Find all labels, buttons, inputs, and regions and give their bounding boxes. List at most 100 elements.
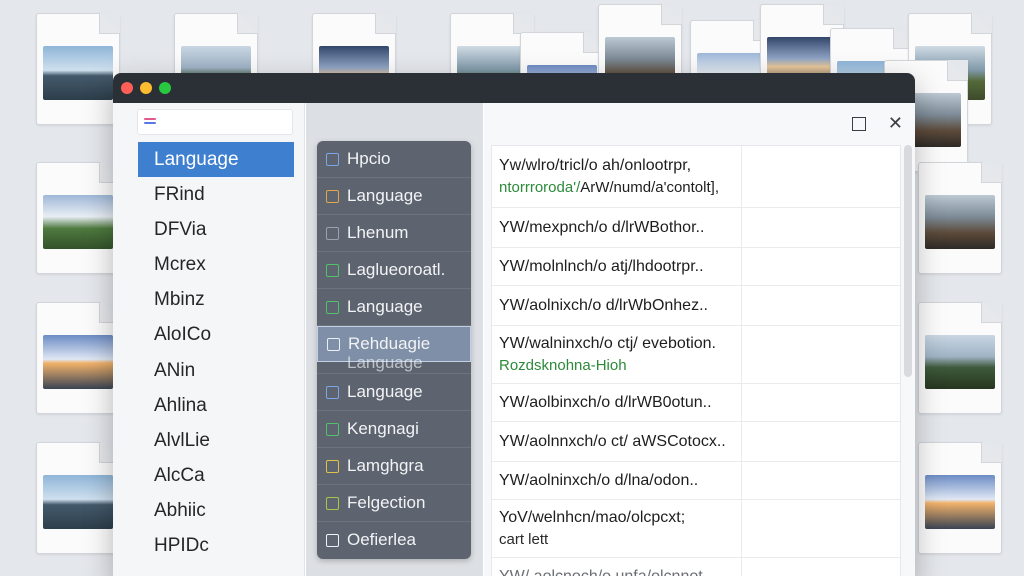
sidebar-toolbar[interactable] (137, 109, 293, 135)
row-subtext: ntorrroroda'/ArW/numd/a'contolt], (499, 179, 719, 196)
table-cell-empty (742, 384, 900, 421)
title-bar[interactable] (113, 73, 915, 103)
sidebar-list: Language FRind DFVia Mcrex Mbinz AloICo … (138, 142, 294, 563)
list-item-label: Hpcio (347, 149, 391, 168)
list-item-label: Language (347, 186, 423, 205)
checkbox-icon[interactable] (326, 227, 339, 240)
row-text: YW/aolbinxch/o d/lrWB0otun.. (499, 393, 712, 411)
table-row[interactable]: YW/ aolcnoch/o unfa/olcnnot (492, 558, 900, 576)
middle-pane: Hpcio Language Lhenum Laglueoroatl. Lang… (306, 103, 483, 576)
checkbox-icon[interactable] (326, 153, 339, 166)
image-file-icon[interactable] (918, 162, 1002, 274)
table-cell-empty (742, 326, 900, 383)
zoom-window-dot-icon[interactable] (159, 82, 171, 94)
sidebar-item[interactable]: DFVia (138, 212, 294, 247)
row-text: YW/aolninxch/o d/lna/odon.. (499, 471, 699, 489)
row-text: Yw/wlro/tricl/o ah/onlootrpr, (499, 157, 692, 174)
image-file-icon[interactable] (36, 162, 120, 274)
list-item[interactable]: Hpcio (317, 141, 471, 178)
table-cell-empty (742, 208, 900, 247)
sidebar-item[interactable]: HPIDc (138, 528, 294, 563)
checkbox-icon[interactable] (326, 423, 339, 436)
table-row[interactable]: YW/aolnnxch/o ct/ aWSCotocx.. (492, 422, 900, 462)
table-cell-empty (742, 146, 900, 207)
sidebar-item[interactable]: AloICo (138, 317, 294, 352)
row-text: YW/ aolcnoch/o unfa/olcnnot (499, 568, 741, 576)
close-icon[interactable]: ✕ (888, 114, 903, 132)
table-cell: YW/walninxch/o ctj/ evebotion. Rozdsknoh… (492, 326, 742, 383)
comment-icon[interactable] (326, 534, 339, 547)
list-item[interactable]: Laglueoroatl. (317, 252, 471, 289)
content-pane: ✕ Yw/wlro/tricl/o ah/onlootrpr, ntorrror… (484, 103, 915, 576)
image-file-icon[interactable] (36, 442, 120, 554)
image-file-icon[interactable] (36, 13, 120, 125)
table-cell: YoV/welnhcn/mao/olcpcxt; cart lett (492, 500, 742, 557)
list-item[interactable]: Language (317, 178, 471, 215)
table-cell-empty (742, 422, 900, 461)
sidebar-item[interactable]: Ahlina (138, 388, 294, 423)
table-cell-empty (742, 558, 900, 576)
table-cell: YW/molnlnch/o atj/lhdootrpr.. (492, 248, 742, 285)
results-table: Yw/wlro/tricl/o ah/onlootrpr, ntorrrorod… (491, 145, 901, 576)
checkbox-icon[interactable] (326, 497, 339, 510)
checkbox-icon[interactable] (326, 190, 339, 203)
list-item-label: Rehduagie (348, 334, 431, 353)
sidebar-item[interactable]: Abhiic (138, 493, 294, 528)
row-text: YW/aolnnxch/o ct/ aWSCotocx.. (499, 432, 726, 450)
table-row[interactable]: YW/molnlnch/o atj/lhdootrpr.. (492, 248, 900, 286)
list-item[interactable]: Language (317, 289, 471, 326)
table-cell: YW/aolnixch/o d/lrWbOnhez.. (492, 286, 742, 325)
table-cell-empty (742, 286, 900, 325)
table-row[interactable]: YW/aolnixch/o d/lrWbOnhez.. (492, 286, 900, 326)
minimize-window-dot-icon[interactable] (140, 82, 152, 94)
list-item[interactable]: Felgection (317, 485, 471, 522)
list-item[interactable]: Kengnagi (317, 411, 471, 448)
table-cell: YW/mexpnch/o d/lrWBothor.. (492, 208, 742, 247)
table-cell: YW/aolnnxch/o ct/ aWSCotocx.. (492, 422, 742, 461)
row-subtext: Rozdsknohna-Hioh (499, 357, 627, 374)
sidebar-item[interactable]: Mbinz (138, 282, 294, 317)
table-row[interactable]: YW/aolbinxch/o d/lrWB0otun.. (492, 384, 900, 422)
table-cell-empty (742, 462, 900, 499)
app-window: Language FRind DFVia Mcrex Mbinz AloICo … (113, 73, 915, 576)
maximize-icon[interactable] (852, 117, 866, 131)
row-text: YW/mexpnch/o d/lrWBothor.. (499, 218, 705, 236)
image-file-icon[interactable] (36, 302, 120, 414)
list-item-label: Lhenum (347, 223, 409, 242)
checkbox-icon[interactable] (326, 301, 339, 314)
image-file-icon[interactable] (918, 442, 1002, 554)
list-item[interactable]: Lhenum (317, 215, 471, 252)
table-row[interactable]: YoV/welnhcn/mao/olcpcxt; cart lett (492, 500, 900, 558)
checkbox-icon[interactable] (326, 264, 339, 277)
table-cell: Yw/wlro/tricl/o ah/onlootrpr, ntorrrorod… (492, 146, 742, 207)
table-cell: YW/aolbinxch/o d/lrWB0otun.. (492, 384, 742, 421)
sidebar-item[interactable]: Language (138, 142, 294, 178)
menu-color-icon[interactable] (144, 118, 158, 128)
table-row[interactable]: YW/walninxch/o ctj/ evebotion. Rozdsknoh… (492, 326, 900, 384)
table-cell-empty (742, 248, 900, 285)
checkbox-icon[interactable] (326, 460, 339, 473)
list-item[interactable]: Oefierlea (317, 522, 471, 559)
row-text: YW/molnlnch/o atj/lhdootrpr.. (499, 257, 704, 275)
close-window-dot-icon[interactable] (121, 82, 133, 94)
sidebar-item[interactable]: Mcrex (138, 247, 294, 282)
table-row[interactable]: Yw/wlro/tricl/o ah/onlootrpr, ntorrrorod… (492, 146, 900, 208)
table-cell: YW/aolninxch/o d/lna/odon.. (492, 462, 742, 499)
checkbox-icon[interactable] (326, 386, 339, 399)
sidebar-item[interactable]: ANin (138, 353, 294, 388)
list-item-label: Lamghgra (347, 456, 424, 475)
table-row[interactable]: YW/aolninxch/o d/lna/odon.. (492, 462, 900, 500)
list-item-label: Language (347, 297, 423, 316)
list-item-label: Language (347, 354, 423, 372)
row-text: YoV/welnhcn/mao/olcpcxt; (499, 509, 686, 526)
table-row[interactable]: YW/mexpnch/o d/lrWBothor.. (492, 208, 900, 248)
checkbox-icon[interactable] (327, 338, 340, 351)
list-item[interactable]: Language (317, 374, 471, 411)
vertical-scrollbar[interactable] (904, 145, 912, 377)
sidebar-item[interactable]: AlcCa (138, 458, 294, 493)
sidebar-item[interactable]: AlvlLie (138, 423, 294, 458)
sidebar-item[interactable]: FRind (138, 177, 294, 212)
image-file-icon[interactable] (918, 302, 1002, 414)
list-item-ghost: Language (317, 354, 471, 374)
list-item[interactable]: Lamghgra (317, 448, 471, 485)
